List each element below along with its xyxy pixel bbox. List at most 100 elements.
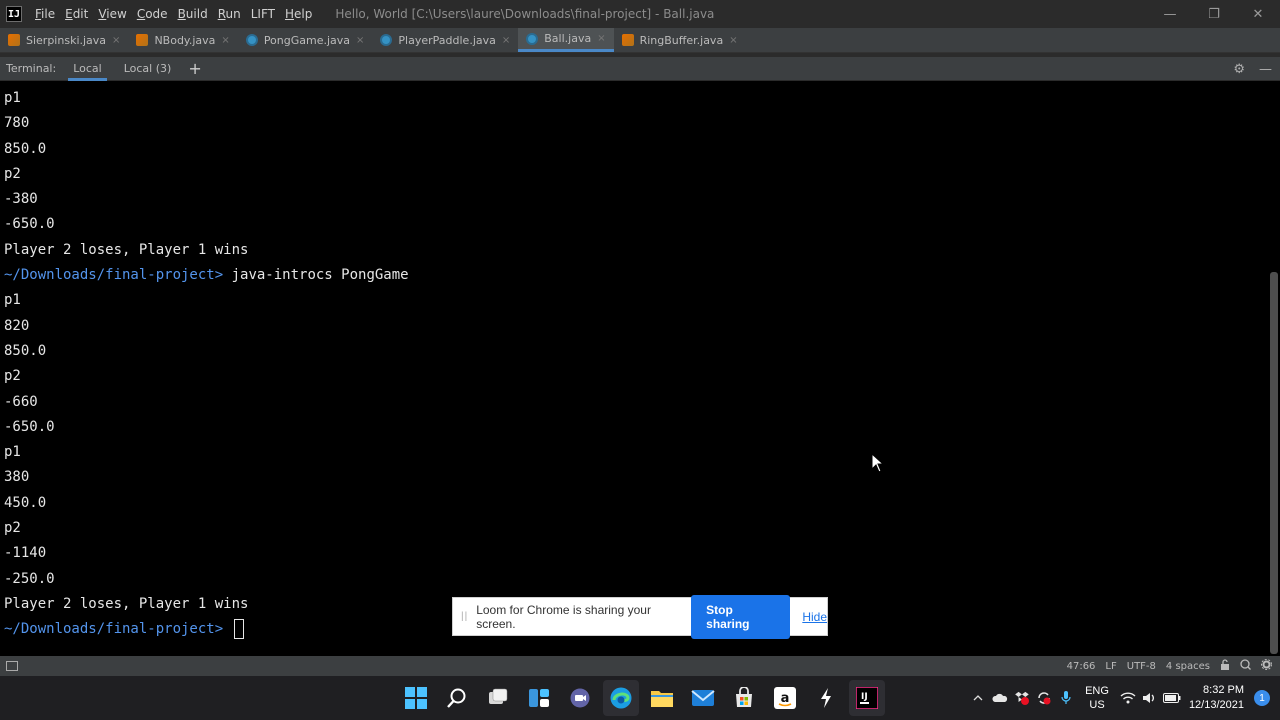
volume-icon[interactable] <box>1139 687 1161 709</box>
tab-label: Ball.java <box>544 32 592 45</box>
close-tab-icon[interactable]: × <box>502 35 510 46</box>
menu-item-run[interactable]: Run <box>213 7 246 21</box>
battery-icon[interactable] <box>1161 687 1183 709</box>
minimize-button[interactable]: — <box>1148 0 1192 28</box>
clock[interactable]: 8:32 PM 12/13/2021 <box>1189 683 1244 713</box>
store-icon[interactable] <box>726 680 762 716</box>
stop-sharing-button[interactable]: Stop sharing <box>691 594 791 639</box>
amazon-icon[interactable]: a <box>767 680 803 716</box>
java-file-icon <box>136 34 149 46</box>
close-tab-icon[interactable]: × <box>356 35 364 46</box>
tab-label: Sierpinski.java <box>26 33 107 47</box>
editor-tab-ponggame[interactable]: PongGame.java × <box>238 28 373 52</box>
menu-item-file[interactable]: File <box>30 7 60 21</box>
terminal-tab-local[interactable]: Local <box>68 57 107 81</box>
close-button[interactable]: ✕ <box>1236 0 1280 28</box>
task-view-icon[interactable] <box>480 680 516 716</box>
class-file-icon <box>526 32 539 45</box>
close-tab-icon[interactable]: × <box>112 35 120 46</box>
terminal-text: -650.0 <box>4 418 55 435</box>
onedrive-icon[interactable] <box>989 687 1011 709</box>
drag-handle-icon[interactable]: || <box>461 611 468 622</box>
line-separator[interactable]: LF <box>1105 661 1116 672</box>
intellij-logo-icon[interactable]: IJ <box>6 6 22 22</box>
terminal-tab-local-3[interactable]: Local (3) <box>119 57 177 81</box>
system-tray: ENG US 8:32 PM 12/13/2021 1 <box>967 676 1280 720</box>
terminal-line: 380 <box>4 465 1266 490</box>
terminal-line: p1 <box>4 86 1266 111</box>
chevron-up-icon[interactable] <box>967 687 989 709</box>
settings-icon[interactable] <box>1261 659 1272 673</box>
dropbox-icon[interactable] <box>1011 687 1033 709</box>
menu-item-view[interactable]: View <box>93 7 131 21</box>
class-file-icon <box>245 34 258 46</box>
editor-tab-playerpaddle[interactable]: PlayerPaddle.java × <box>372 28 518 52</box>
file-encoding[interactable]: UTF-8 <box>1127 661 1156 672</box>
terminal-text: p2 <box>4 520 21 537</box>
edge-browser-icon[interactable] <box>603 680 639 716</box>
hide-link[interactable]: Hide <box>802 610 827 624</box>
search-icon[interactable] <box>439 680 475 716</box>
mail-icon[interactable] <box>685 680 721 716</box>
editor-tab-ball[interactable]: Ball.java × <box>518 28 614 52</box>
teams-chat-icon[interactable] <box>562 680 598 716</box>
file-explorer-icon[interactable] <box>644 680 680 716</box>
menu-item-help[interactable]: Help <box>280 7 317 21</box>
notification-badge[interactable]: 1 <box>1254 690 1270 706</box>
terminal-line: -250.0 <box>4 567 1266 592</box>
terminal-line: 850.0 <box>4 137 1266 162</box>
intellij-taskbar-icon[interactable]: IJ <box>849 680 885 716</box>
menu-item-lift[interactable]: LIFT <box>246 7 280 21</box>
terminal-text: -380 <box>4 191 38 208</box>
gear-icon[interactable]: ⚙ <box>1233 62 1245 77</box>
wifi-icon[interactable] <box>1117 687 1139 709</box>
terminal-text: p1 <box>4 292 21 309</box>
indent-setting[interactable]: 4 spaces <box>1166 661 1210 672</box>
terminal-scrollbar[interactable] <box>1270 272 1278 654</box>
terminal-text: java-introcs PongGame <box>223 267 409 284</box>
microphone-icon[interactable] <box>1055 687 1077 709</box>
app-bolt-icon[interactable] <box>808 680 844 716</box>
window-controls: — ❐ ✕ <box>1148 0 1280 28</box>
terminal-text: Player 2 loses, Player 1 wins <box>4 595 249 612</box>
restore-button[interactable]: ❐ <box>1192 0 1236 28</box>
menu-item-build[interactable]: Build <box>173 7 213 21</box>
menu-item-code[interactable]: Code <box>132 7 173 21</box>
terminal-output[interactable]: p1 780 850.0 p2 -380 -650.0 Player 2 loses, Pl… <box>0 82 1270 654</box>
tab-label: NBody.java <box>154 33 216 47</box>
widgets-icon[interactable] <box>521 680 557 716</box>
terminal-line: 780 <box>4 111 1266 136</box>
terminal-text: -250.0 <box>4 570 55 587</box>
sync-icon[interactable] <box>1033 687 1055 709</box>
class-file-icon <box>380 34 393 46</box>
language-indicator[interactable]: ENG US <box>1085 684 1109 712</box>
editor-tab-ringbuffer[interactable]: RingBuffer.java × <box>614 28 746 52</box>
clock-date: 12/13/2021 <box>1188 699 1244 711</box>
terminal-text: -660 <box>4 393 38 410</box>
start-icon[interactable] <box>398 680 434 716</box>
terminal-text: 380 <box>4 469 30 486</box>
close-tab-icon[interactable]: × <box>221 35 229 46</box>
editor-tab-sierpinski[interactable]: Sierpinski.java × <box>0 28 128 52</box>
hide-panel-icon[interactable]: — <box>1259 62 1272 77</box>
main-menu: File Edit View Code Build Run LIFT Help <box>30 7 317 21</box>
editor-tab-nbody[interactable]: NBody.java × <box>128 28 237 52</box>
terminal-line: p2 <box>4 516 1266 541</box>
lock-icon[interactable] <box>1220 659 1230 673</box>
terminal-text: p1 <box>4 90 21 106</box>
terminal-line: -380 <box>4 187 1266 212</box>
terminal-text: 450.0 <box>4 494 47 511</box>
terminal-text: p2 <box>4 165 21 182</box>
text-cursor[interactable] <box>233 619 244 640</box>
close-tab-icon[interactable]: × <box>729 35 737 46</box>
terminal-line: p2 <box>4 162 1266 187</box>
loom-sharing-banner: || Loom for Chrome is sharing your scree… <box>452 594 828 639</box>
menu-item-edit[interactable]: Edit <box>60 7 93 21</box>
new-terminal-button[interactable]: + <box>188 59 201 78</box>
mouse-cursor-icon <box>871 452 885 477</box>
close-tab-icon[interactable]: × <box>597 33 605 44</box>
caret-position[interactable]: 47:66 <box>1067 661 1096 672</box>
tab-label: PlayerPaddle.java <box>398 33 496 47</box>
tool-windows-icon[interactable] <box>6 661 18 671</box>
inspection-icon[interactable] <box>1240 659 1251 673</box>
